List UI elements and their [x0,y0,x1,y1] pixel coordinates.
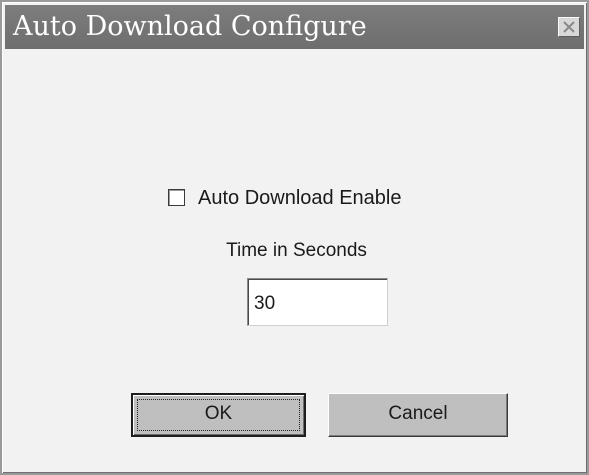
auto-download-label[interactable]: Auto Download Enable [198,185,401,211]
seconds-input[interactable] [247,278,388,326]
auto-download-checkbox[interactable] [168,189,185,206]
focus-ring [137,399,300,431]
title-bar[interactable]: Auto Download Configure [5,5,584,49]
close-icon [563,21,575,33]
auto-download-dialog: Auto Download Configure Auto Download En… [0,0,589,475]
time-in-seconds-label: Time in Seconds [226,240,367,261]
cancel-button-label: Cancel [388,403,448,424]
close-button[interactable] [558,17,580,37]
window-title: Auto Download Configure [13,11,367,42]
cancel-button[interactable]: Cancel [328,393,508,437]
ok-button[interactable]: OK [131,393,306,437]
